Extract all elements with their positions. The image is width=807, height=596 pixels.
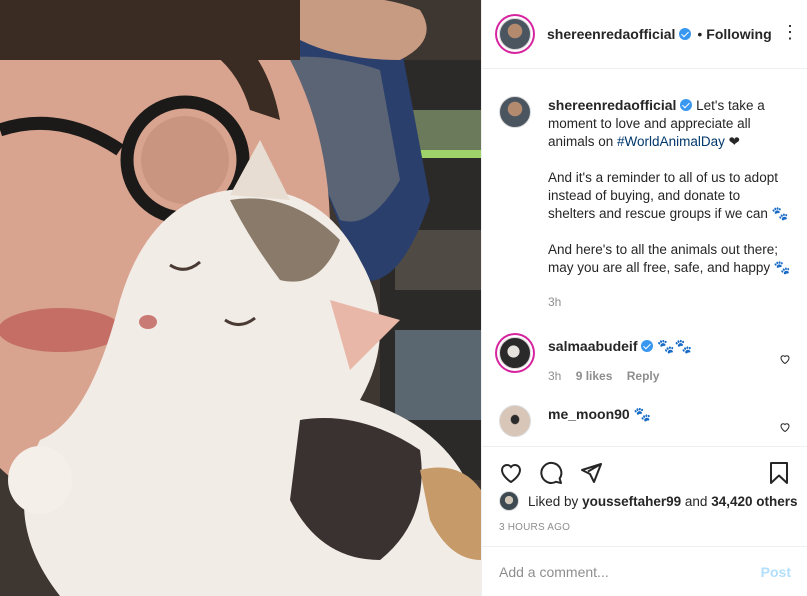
comment-meta: 3h 9 likes Reply bbox=[548, 367, 768, 385]
post-photo[interactable] bbox=[0, 0, 481, 596]
caption: shereenredaofficial Let's take a moment … bbox=[499, 96, 791, 311]
comment-text: 🐾 bbox=[633, 406, 652, 422]
author-avatar[interactable] bbox=[499, 18, 531, 50]
comment-item: salmaabudeif 🐾🐾 3h 9 likes Reply bbox=[499, 337, 791, 385]
verified-badge-icon bbox=[679, 28, 692, 40]
comment-likes[interactable]: 9 likes bbox=[576, 369, 613, 383]
comment-item: me_moon90 🐾 bbox=[499, 405, 791, 437]
likes-prefix: Liked by bbox=[528, 493, 579, 509]
likes-count[interactable]: 34,420 others bbox=[711, 494, 797, 509]
caption-paragraph-3: And here's to all the animals out there;… bbox=[548, 242, 791, 275]
comment-text: 🐾🐾 bbox=[657, 338, 693, 354]
comment-username[interactable]: salmaabudeif bbox=[548, 338, 637, 354]
add-comment-bar: Post bbox=[482, 546, 807, 596]
comments-list[interactable]: shereenredaofficial Let's take a moment … bbox=[482, 70, 807, 446]
more-options-icon[interactable]: ⋮ bbox=[781, 22, 800, 43]
post-date[interactable]: 3 HOURS AGO bbox=[499, 522, 570, 533]
verified-badge-icon bbox=[680, 99, 693, 111]
comment-avatar[interactable] bbox=[499, 405, 531, 437]
comment-time[interactable]: 3h bbox=[548, 369, 561, 383]
comment-input[interactable] bbox=[499, 563, 761, 580]
caption-username[interactable]: shereenredaofficial bbox=[548, 97, 676, 113]
comment-body: me_moon90 🐾 bbox=[548, 405, 768, 437]
comment-like-heart-icon[interactable] bbox=[779, 353, 791, 365]
verified-badge-icon bbox=[641, 340, 654, 352]
post-header: shereenredaofficial • Following ⋮ bbox=[482, 0, 807, 69]
caption-paragraph-2: And it's a reminder to all of us to adop… bbox=[548, 170, 789, 221]
comment-username[interactable]: me_moon90 bbox=[548, 406, 630, 422]
liker-avatar[interactable] bbox=[499, 491, 519, 511]
hashtag-link[interactable]: #WorldAnimalDay bbox=[617, 134, 725, 149]
heart-icon[interactable] bbox=[499, 461, 523, 485]
post-details-panel: shereenredaofficial • Following ⋮ sheree… bbox=[481, 0, 807, 596]
post-modal: shereenredaofficial • Following ⋮ sheree… bbox=[0, 0, 807, 596]
separator-dot: • bbox=[697, 26, 703, 42]
bookmark-icon[interactable] bbox=[767, 461, 791, 485]
comment-like-heart-icon[interactable] bbox=[779, 421, 791, 433]
post-comment-button[interactable]: Post bbox=[761, 564, 791, 580]
likes-summary: Liked by yousseftaher99 and 34,420 other… bbox=[499, 491, 798, 511]
liker-username[interactable]: yousseftaher99 bbox=[582, 494, 681, 509]
action-bar bbox=[482, 446, 807, 486]
following-button[interactable]: Following bbox=[706, 26, 771, 42]
caption-avatar[interactable] bbox=[499, 96, 531, 128]
paper-plane-icon[interactable] bbox=[579, 461, 603, 485]
caption-body: shereenredaofficial Let's take a moment … bbox=[548, 96, 791, 311]
photo-illustration bbox=[0, 0, 481, 596]
comment-body: salmaabudeif 🐾🐾 3h 9 likes Reply bbox=[548, 337, 768, 385]
author-username[interactable]: shereenredaofficial bbox=[547, 26, 675, 42]
caption-time[interactable]: 3h bbox=[548, 293, 791, 311]
comment-reply-button[interactable]: Reply bbox=[627, 369, 660, 383]
likes-middle: and bbox=[684, 493, 708, 509]
caption-heart: ❤ bbox=[724, 134, 740, 149]
comment-avatar[interactable] bbox=[499, 337, 531, 369]
comment-icon[interactable] bbox=[539, 461, 563, 485]
